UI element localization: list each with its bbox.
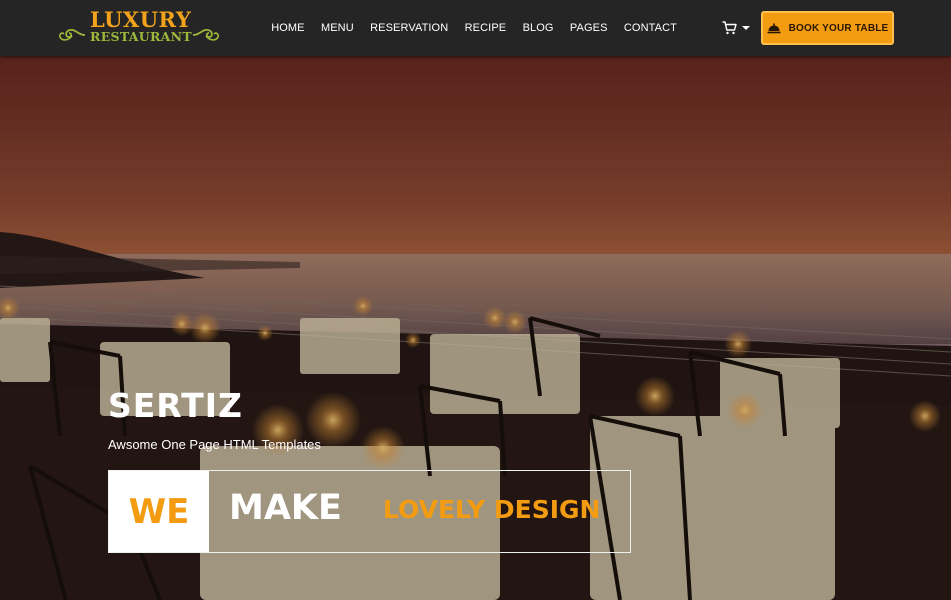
- brand-wordmark: LUXURY RESTAURANT: [90, 7, 192, 44]
- logo-swirl-right-icon: [192, 29, 219, 41]
- tagline-make: MAKE: [229, 488, 342, 528]
- cart-dropdown[interactable]: [722, 19, 752, 37]
- brand-line1: LUXURY: [90, 7, 192, 32]
- hero-subtitle: Awsome One Page HTML Templates: [108, 437, 321, 452]
- brand-logo[interactable]: LUXURY RESTAURANT: [58, 9, 223, 47]
- nav-item-home[interactable]: HOME: [263, 22, 313, 34]
- hero-tagline-box: WE MAKE LOVELY DESIGN: [108, 470, 631, 553]
- chevron-down-icon: [742, 26, 750, 30]
- hero-section: SERTIZ Awsome One Page HTML Templates WE…: [0, 56, 951, 600]
- logo-swirl-left-icon: [59, 29, 86, 41]
- hero-title: SERTIZ: [108, 386, 243, 425]
- nav-item-reservation[interactable]: RESERVATION: [362, 22, 457, 34]
- nav-item-recipe[interactable]: RECIPE: [456, 22, 514, 34]
- nav-item-menu[interactable]: MENU: [313, 22, 362, 34]
- book-table-label: BOOK YOUR TABLE: [788, 22, 889, 34]
- tagline-lovely-design: LOVELY DESIGN: [383, 495, 601, 524]
- nav-item-pages[interactable]: PAGES: [562, 22, 616, 34]
- tagline-we: WE: [109, 471, 209, 552]
- main-nav: HOME MENU RESERVATION RECIPE BLOG PAGES …: [263, 0, 685, 56]
- navbar: LUXURY RESTAURANT HOME MENU RESERVATION …: [0, 0, 951, 56]
- nav-item-blog[interactable]: BLOG: [514, 22, 561, 34]
- cloche-icon: [767, 23, 781, 33]
- nav-item-contact[interactable]: CONTACT: [616, 22, 685, 34]
- book-table-button[interactable]: BOOK YOUR TABLE: [761, 11, 894, 45]
- shopping-cart-icon: [722, 21, 737, 35]
- brand-line2: RESTAURANT: [90, 29, 192, 44]
